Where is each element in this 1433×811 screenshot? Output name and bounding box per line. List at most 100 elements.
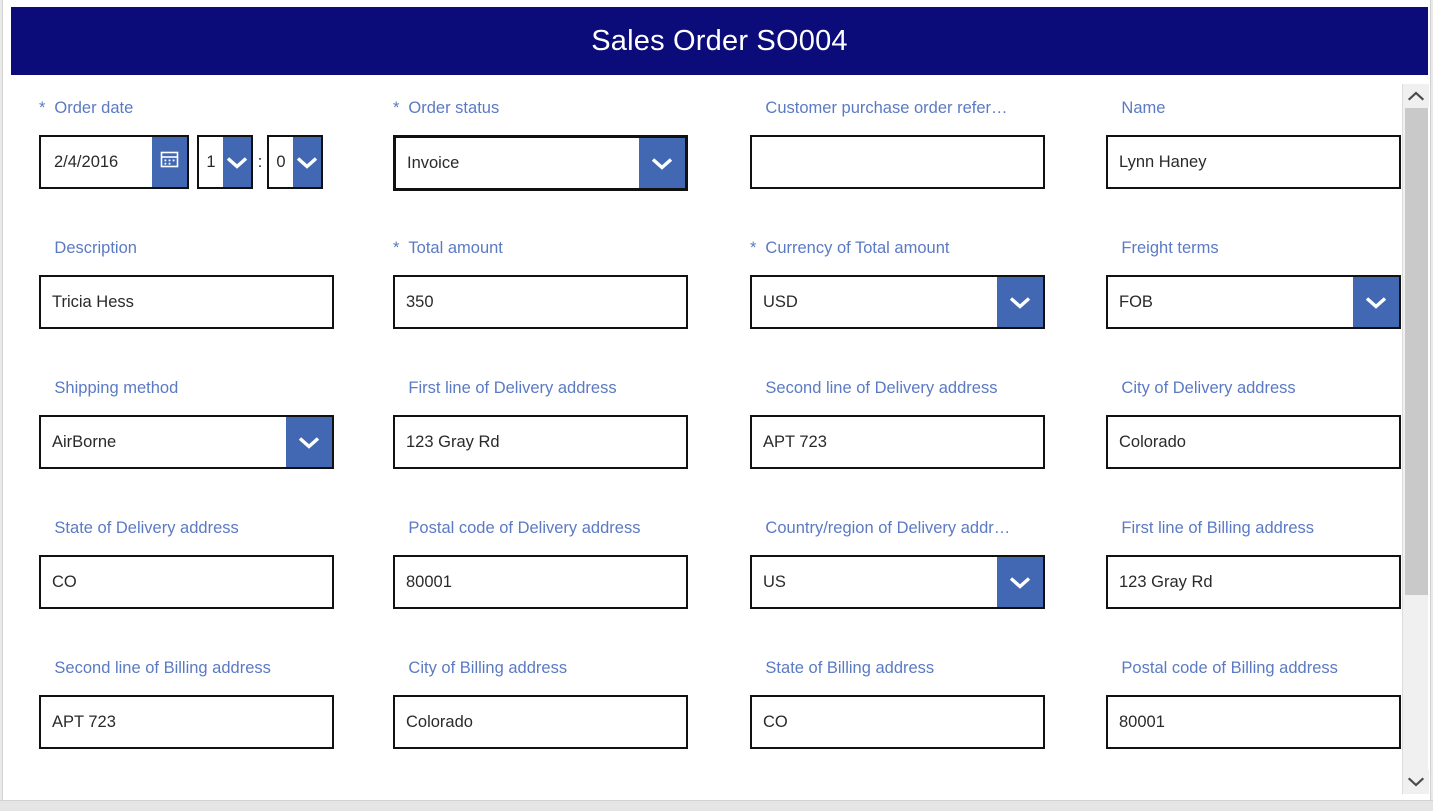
vertical-scrollbar[interactable]	[1402, 84, 1429, 794]
input-city-of-delivery-address[interactable]: Colorado	[1106, 415, 1401, 469]
input-value: CO	[52, 572, 77, 591]
combobox-value: AirBorne	[52, 432, 117, 451]
page-surface: Sales Order SO004 * Order date 2/4/2016 1:0…	[2, 0, 1431, 800]
date-input-order-date[interactable]: 2/4/2016	[39, 135, 189, 189]
control-country-region-of-delivery-address: US	[750, 555, 1045, 609]
field-label-second-line-of-billing-address: *Second line of Billing address	[39, 658, 334, 678]
field-label-customer-purchase-order-reference: *Customer purchase order refer…	[750, 98, 1045, 118]
input-name[interactable]: Lynn Haney	[1106, 135, 1401, 189]
chevron-down-icon	[226, 156, 248, 169]
field-label-text: Description	[54, 239, 137, 257]
control-second-line-of-billing-address: APT 723	[39, 695, 334, 749]
input-value: CO	[763, 712, 788, 731]
control-order-status: Invoice	[393, 135, 688, 191]
field-label-text: State of Delivery address	[54, 519, 239, 537]
input-value: 350	[406, 292, 434, 311]
field-label-text: Order date	[54, 99, 134, 117]
field-label-second-line-of-delivery-address: *Second line of Delivery address	[750, 378, 1045, 398]
field-state-of-delivery-address: *State of Delivery address CO	[39, 518, 334, 609]
datetime-group: 2/4/2016 1:0	[39, 135, 323, 189]
scroll-up-button[interactable]	[1403, 84, 1429, 108]
control-postal-code-of-delivery-address: 80001	[393, 555, 688, 609]
combobox-currency-of-total-amount[interactable]: USD	[750, 275, 1045, 329]
input-first-line-of-billing-address[interactable]: 123 Gray Rd	[1106, 555, 1401, 609]
field-label-text: City of Delivery address	[1121, 379, 1296, 397]
field-label-text: First line of Delivery address	[408, 379, 617, 397]
field-state-of-billing-address: *State of Billing address CO	[750, 658, 1045, 749]
field-label-text: Country/region of Delivery addr…	[765, 519, 1011, 537]
combobox-toggle-shipping-method[interactable]	[286, 417, 332, 467]
scrollbar-thumb[interactable]	[1405, 108, 1428, 595]
minute-value: 0	[276, 152, 286, 171]
field-label-postal-code-of-billing-address: *Postal code of Billing address	[1106, 658, 1401, 678]
input-customer-purchase-order-reference[interactable]	[750, 135, 1045, 189]
field-label-order-status: * Order status	[393, 98, 688, 118]
hour-dropdown-toggle[interactable]	[223, 137, 251, 187]
field-label-first-line-of-billing-address: *First line of Billing address	[1106, 518, 1401, 538]
field-label-text: Freight terms	[1121, 239, 1219, 257]
control-total-amount: 350	[393, 275, 688, 329]
field-freight-terms: *Freight terms FOB	[1106, 238, 1401, 329]
input-value: APT 723	[763, 432, 827, 451]
input-total-amount[interactable]: 350	[393, 275, 688, 329]
window-bottom-strip	[0, 800, 1433, 811]
date-picker-button[interactable]	[152, 137, 187, 187]
input-second-line-of-billing-address[interactable]: APT 723	[39, 695, 334, 749]
control-second-line-of-delivery-address: APT 723	[750, 415, 1045, 469]
combobox-toggle-order-status[interactable]	[639, 138, 685, 188]
input-state-of-billing-address[interactable]: CO	[750, 695, 1045, 749]
control-postal-code-of-billing-address: 80001	[1106, 695, 1401, 749]
time-separator: :	[257, 152, 263, 171]
input-first-line-of-delivery-address[interactable]: 123 Gray Rd	[393, 415, 688, 469]
combobox-country-region-of-delivery-address[interactable]: US	[750, 555, 1045, 609]
combobox-order-status[interactable]: Invoice	[393, 135, 688, 191]
input-value: 123 Gray Rd	[406, 432, 500, 451]
field-shipping-method: *Shipping method AirBorne	[39, 378, 334, 469]
input-description[interactable]: Tricia Hess	[39, 275, 334, 329]
field-city-of-billing-address: *City of Billing address Colorado	[393, 658, 688, 749]
field-city-of-delivery-address: *City of Delivery address Colorado	[1106, 378, 1401, 469]
combobox-toggle-country-region-of-delivery-address[interactable]	[997, 557, 1043, 607]
field-label-text: Order status	[408, 99, 500, 117]
chevron-down-icon	[296, 156, 318, 169]
chevron-up-icon	[1408, 91, 1424, 101]
control-state-of-delivery-address: CO	[39, 555, 334, 609]
combobox-value: Invoice	[407, 153, 460, 172]
field-label-text: Second line of Delivery address	[765, 379, 998, 397]
input-postal-code-of-delivery-address[interactable]: 80001	[393, 555, 688, 609]
minute-dropdown[interactable]: 0	[267, 135, 323, 189]
field-label-text: Second line of Billing address	[54, 659, 271, 677]
field-name: *Name Lynn Haney	[1106, 98, 1401, 189]
input-city-of-billing-address[interactable]: Colorado	[393, 695, 688, 749]
field-postal-code-of-delivery-address: *Postal code of Delivery address 80001	[393, 518, 688, 609]
combobox-freight-terms[interactable]: FOB	[1106, 275, 1401, 329]
chevron-down-icon	[1365, 296, 1387, 309]
control-first-line-of-delivery-address: 123 Gray Rd	[393, 415, 688, 469]
minute-dropdown-toggle[interactable]	[293, 137, 321, 187]
field-label-shipping-method: *Shipping method	[39, 378, 334, 398]
input-second-line-of-delivery-address[interactable]: APT 723	[750, 415, 1045, 469]
combobox-shipping-method[interactable]: AirBorne	[39, 415, 334, 469]
field-label-city-of-billing-address: *City of Billing address	[393, 658, 688, 678]
field-label-text: State of Billing address	[765, 659, 935, 677]
scroll-down-button[interactable]	[1403, 770, 1429, 794]
combobox-toggle-freight-terms[interactable]	[1353, 277, 1399, 327]
field-first-line-of-delivery-address: *First line of Delivery address 123 Gray …	[393, 378, 688, 469]
hour-dropdown[interactable]: 1	[197, 135, 253, 189]
input-state-of-delivery-address[interactable]: CO	[39, 555, 334, 609]
input-postal-code-of-billing-address[interactable]: 80001	[1106, 695, 1401, 749]
field-order-date: * Order date 2/4/2016 1:0	[39, 98, 323, 189]
field-postal-code-of-billing-address: *Postal code of Billing address 80001	[1106, 658, 1401, 749]
input-value: 123 Gray Rd	[1119, 572, 1213, 591]
combobox-value: USD	[763, 292, 798, 311]
field-label-text: First line of Billing address	[1121, 519, 1314, 537]
combobox-value: FOB	[1119, 292, 1153, 311]
required-marker: *	[393, 99, 400, 117]
chevron-down-icon	[1009, 296, 1031, 309]
field-label-first-line-of-delivery-address: *First line of Delivery address	[393, 378, 688, 398]
field-label-total-amount: * Total amount	[393, 238, 688, 258]
field-second-line-of-delivery-address: *Second line of Delivery address APT 723	[750, 378, 1045, 469]
field-label-text: City of Billing address	[408, 659, 568, 677]
combobox-toggle-currency-of-total-amount[interactable]	[997, 277, 1043, 327]
field-label-description: *Description	[39, 238, 334, 258]
